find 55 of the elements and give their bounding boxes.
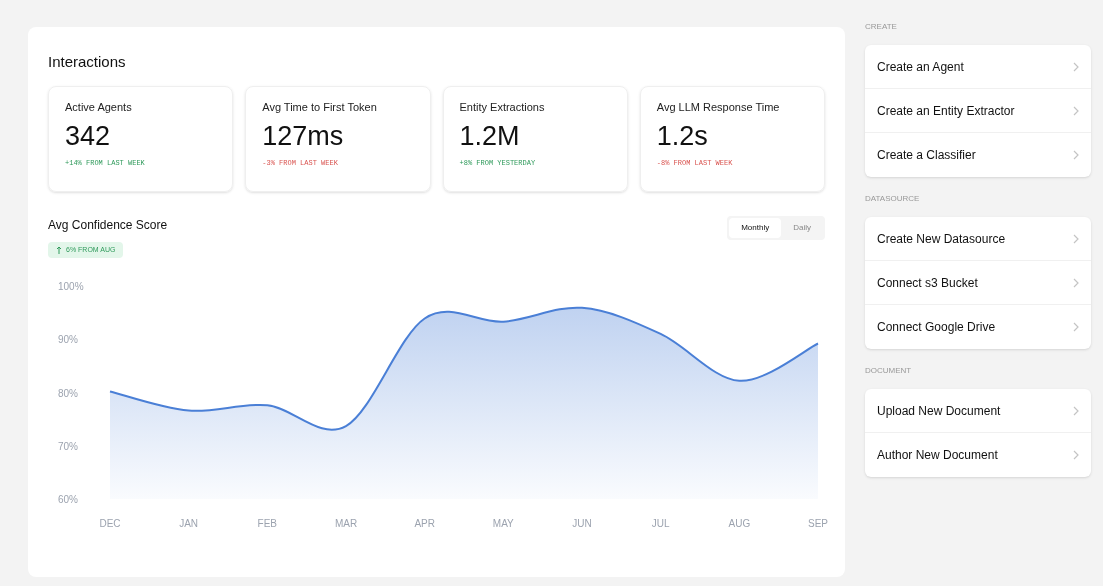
period-tab[interactable]: Monthly <box>729 217 782 238</box>
action-item[interactable]: Create a Classifier <box>865 133 1091 177</box>
chevron-icon <box>1073 277 1079 288</box>
section-heading: DATASOURCE <box>865 193 921 205</box>
stat-value: 1.2s <box>656 123 709 150</box>
axis-label: MAR <box>334 518 358 529</box>
arrow-up-icon <box>56 245 62 254</box>
stat-label: Avg LLM Response Time <box>656 99 781 115</box>
action-item[interactable]: Create an Entity Extractor <box>865 89 1091 133</box>
action-label: Connect Google Drive <box>877 319 996 336</box>
axis-label: MAY <box>492 518 514 529</box>
axis-label: FEB <box>257 518 278 529</box>
chevron-icon <box>1073 405 1079 416</box>
axis-label: JUN <box>572 518 592 529</box>
chevron-icon <box>1073 322 1079 332</box>
stat-value: 1.2M <box>459 123 521 150</box>
axis-label: DEC <box>99 518 121 529</box>
section-heading: CREATE <box>865 21 898 33</box>
action-item[interactable]: Upload New Document <box>865 389 1091 433</box>
chevron-icon <box>1073 61 1079 72</box>
chevron-icon <box>1073 105 1079 116</box>
action-item[interactable]: Connect Google Drive <box>865 305 1091 349</box>
stat-label: Active Agents <box>65 99 133 115</box>
period-tab[interactable]: Daily <box>781 217 823 238</box>
chevron-icon <box>1073 450 1079 460</box>
action-label: Create a Classifier <box>877 147 976 164</box>
section-heading: DOCUMENT <box>865 365 913 377</box>
axis-label: SEP <box>808 518 828 529</box>
action-item[interactable]: Author New Document <box>865 433 1091 477</box>
action-label: Upload New Document <box>877 402 1001 420</box>
action-item[interactable]: Create an Agent <box>865 45 1091 89</box>
chevron-icon <box>1073 150 1079 160</box>
action-label: Connect s3 Bucket <box>877 274 978 292</box>
stat-label: Entity Extractions <box>459 99 546 115</box>
axis-label: 60% <box>58 494 78 505</box>
action-item[interactable]: Create New Datasource <box>865 217 1091 261</box>
action-label: Create New Datasource <box>877 230 1006 248</box>
action-label: Author New Document <box>877 447 998 464</box>
axis-label: APR <box>414 518 435 529</box>
stat-label: Avg Time to First Token <box>262 99 378 115</box>
action-label: Create an Agent <box>877 58 964 76</box>
axis-label: 70% <box>58 440 78 452</box>
axis-label: JUL <box>651 518 670 529</box>
stat-value: 342 <box>65 123 112 150</box>
chevron-icon <box>1073 233 1079 244</box>
action-label: Create an Entity Extractor <box>877 102 1015 120</box>
axis-label: 100% <box>58 281 84 292</box>
chart-title: Avg Confidence Score <box>48 216 168 234</box>
axis-label: JAN <box>179 518 199 529</box>
action-item[interactable]: Connect s3 Bucket <box>865 261 1091 305</box>
stat-value: 127ms <box>262 123 345 150</box>
axis-label: 90% <box>58 334 78 346</box>
axis-label: 80% <box>58 387 78 399</box>
card-title: Interactions <box>48 52 127 72</box>
axis-label: AUG <box>728 518 751 529</box>
